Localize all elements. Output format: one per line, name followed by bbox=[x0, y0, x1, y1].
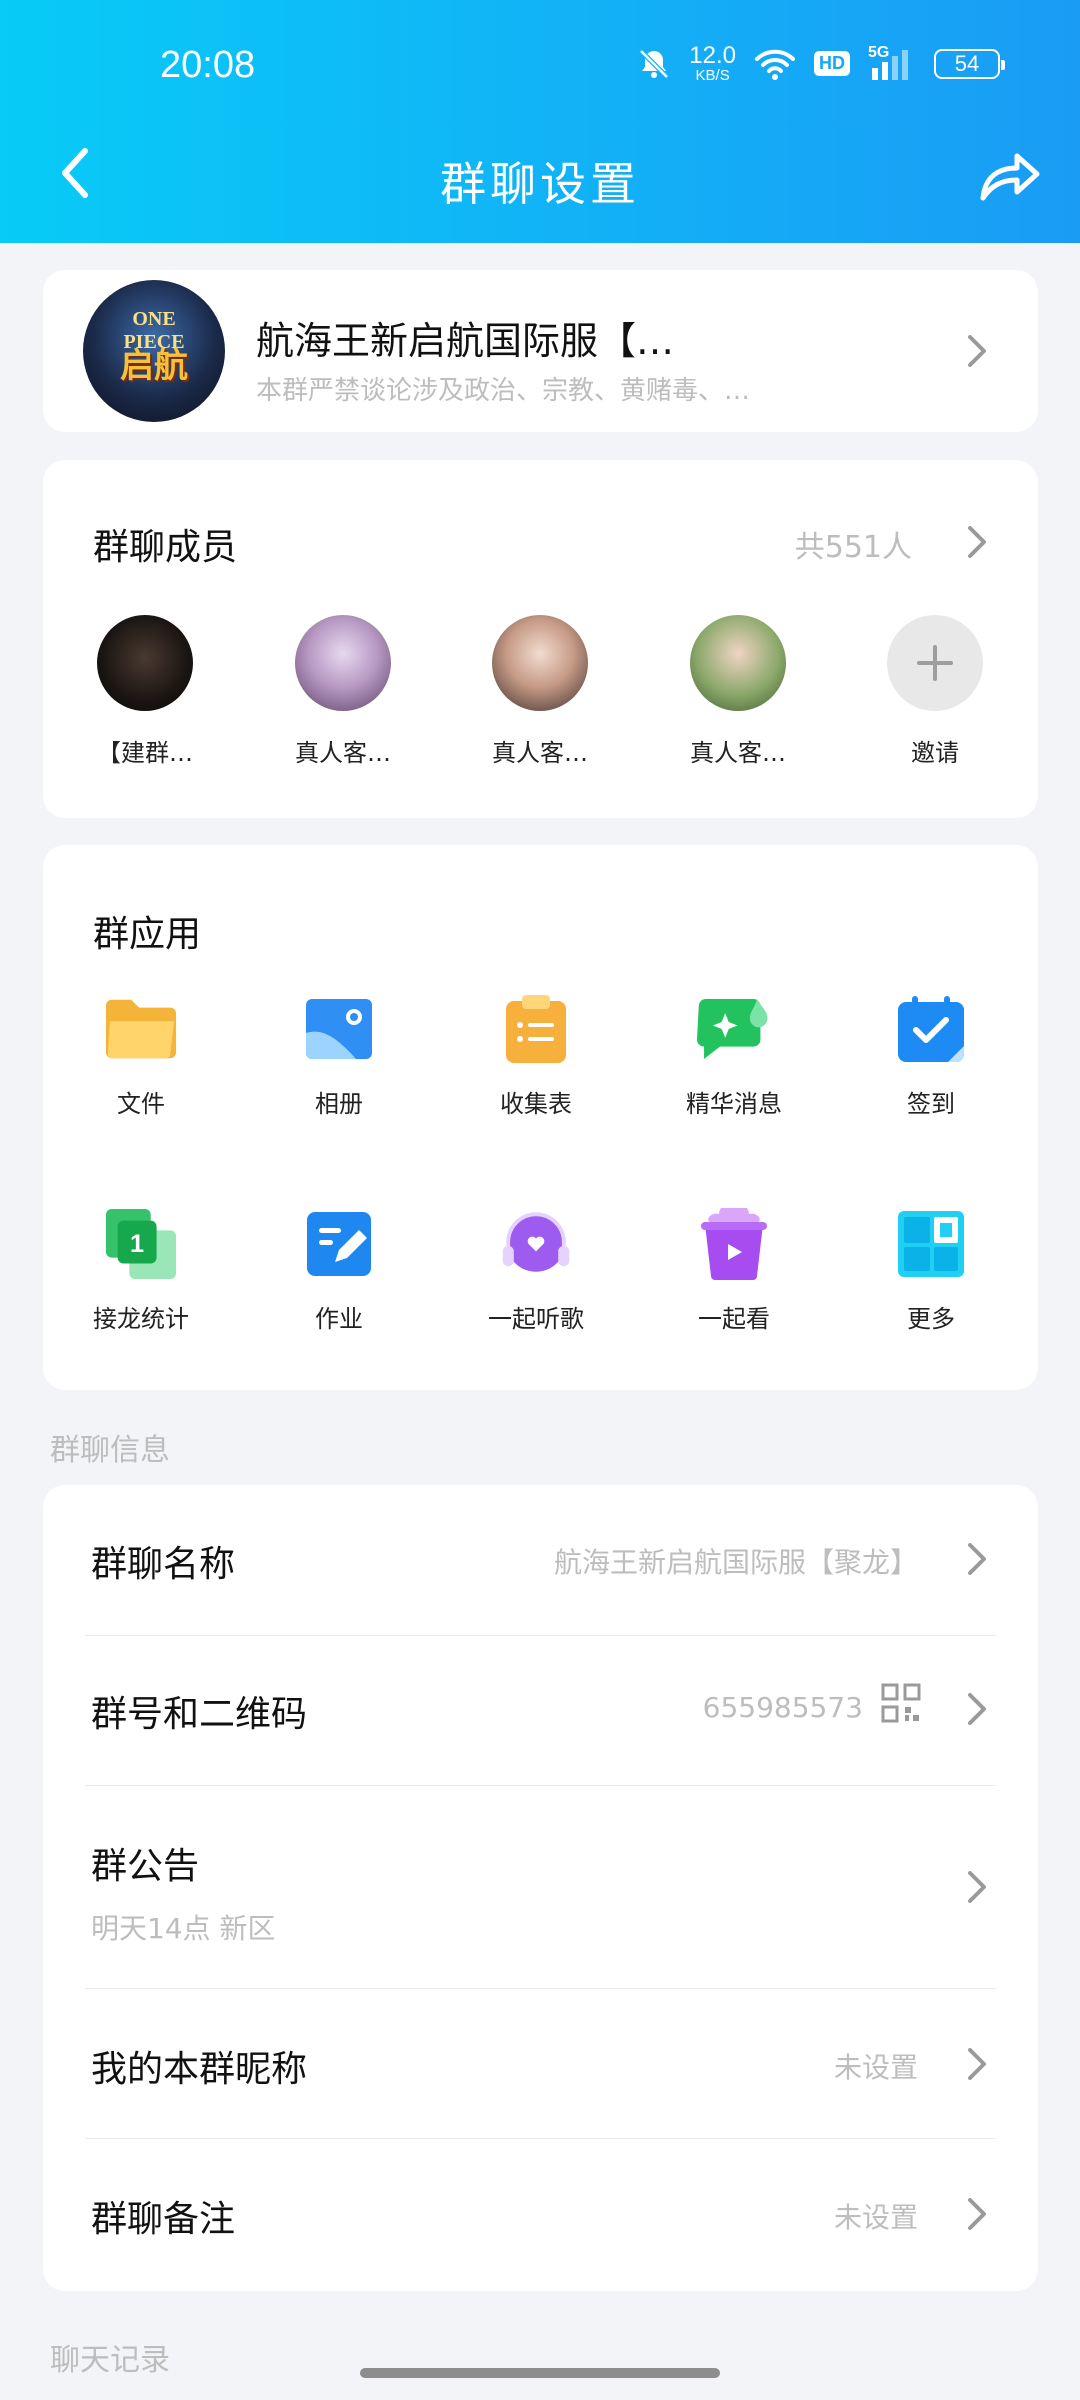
app-label: 作业 bbox=[315, 1305, 363, 1333]
member-avatar bbox=[295, 615, 391, 711]
member-avatar bbox=[97, 615, 193, 711]
calendar-checkin-icon bbox=[894, 992, 968, 1066]
group-avatar: ONE PIECE 启航 bbox=[83, 280, 225, 422]
group-name-value: 航海王新启航国际服【聚龙】 bbox=[553, 1546, 918, 1579]
relay-stats-icon: 1 bbox=[104, 1207, 178, 1281]
avatar-logo-text: 启航 bbox=[120, 348, 188, 385]
chevron-right-icon bbox=[966, 1869, 988, 1905]
member-name: 真人客… bbox=[690, 739, 786, 767]
homework-icon bbox=[302, 1207, 376, 1281]
member-item[interactable]: 真人客… bbox=[283, 615, 403, 768]
app-album[interactable]: 相册 bbox=[254, 992, 424, 1119]
app-label: 精华消息 bbox=[686, 1090, 782, 1118]
group-remark-value: 未设置 bbox=[833, 2201, 918, 2234]
group-apps-card: 群应用 文件 相册 收集表 精华消息 签到 1 接龙统计 作业 一起听歌 一起看… bbox=[43, 845, 1038, 1390]
status-icons: 12.0 KB/S HD 5G 54 bbox=[637, 42, 1005, 84]
group-name: 航海王新启航国际服【… bbox=[256, 319, 675, 363]
net-speed-unit: KB/S bbox=[695, 67, 730, 84]
watch-together-icon bbox=[697, 1207, 771, 1281]
app-label: 更多 bbox=[907, 1305, 955, 1333]
listen-together-icon bbox=[499, 1207, 573, 1281]
essence-message-icon bbox=[697, 992, 771, 1066]
member-name: 真人客… bbox=[295, 739, 391, 767]
my-nickname-label: 我的本群昵称 bbox=[91, 2049, 308, 2090]
clipboard-icon bbox=[499, 992, 573, 1066]
app-homework[interactable]: 作业 bbox=[254, 1207, 424, 1334]
hd-badge: HD bbox=[814, 51, 850, 76]
my-nickname-row[interactable]: 我的本群昵称 未设置 bbox=[43, 1988, 1038, 2138]
app-relay-stats[interactable]: 1 接龙统计 bbox=[56, 1207, 226, 1334]
wifi-icon bbox=[754, 47, 796, 81]
app-essence-messages[interactable]: 精华消息 bbox=[649, 992, 819, 1119]
group-info-heading: 群聊信息 bbox=[50, 1433, 170, 1468]
members-title: 群聊成员 bbox=[93, 527, 238, 568]
group-description: 本群严禁谈论涉及政治、宗教、黄赌毒、… bbox=[256, 376, 751, 406]
app-label: 接龙统计 bbox=[93, 1305, 189, 1333]
home-indicator[interactable] bbox=[360, 2368, 720, 2378]
page-title: 群聊设置 bbox=[440, 157, 640, 211]
member-item[interactable]: 【建群… bbox=[85, 615, 205, 768]
app-watch-together[interactable]: 一起看 bbox=[649, 1207, 819, 1334]
app-listen-together[interactable]: 一起听歌 bbox=[451, 1207, 621, 1334]
app-label: 一起看 bbox=[698, 1305, 770, 1333]
chevron-right-icon bbox=[966, 333, 988, 369]
chevron-right-icon bbox=[966, 1691, 988, 1727]
mute-bell-icon bbox=[637, 47, 671, 81]
member-item[interactable]: 真人客… bbox=[480, 615, 600, 768]
group-members-card: 群聊成员 共551人 【建群… 真人客… 真人客… 真人客… 邀请 bbox=[43, 460, 1038, 818]
app-label: 文件 bbox=[117, 1090, 165, 1118]
qr-code-icon bbox=[881, 1683, 921, 1723]
app-label: 相册 bbox=[315, 1090, 363, 1118]
invite-label: 邀请 bbox=[911, 739, 959, 767]
my-nickname-value: 未设置 bbox=[833, 2051, 918, 2084]
status-time: 20:08 bbox=[160, 44, 256, 86]
svg-text:1: 1 bbox=[130, 1230, 144, 1258]
apps-title: 群应用 bbox=[93, 914, 202, 955]
app-files[interactable]: 文件 bbox=[56, 992, 226, 1119]
group-info-card: 群聊名称 航海王新启航国际服【聚龙】 群号和二维码 655985573 群公告 … bbox=[43, 1485, 1038, 2291]
plus-icon bbox=[887, 615, 983, 711]
group-name-row[interactable]: 群聊名称 航海王新启航国际服【聚龙】 bbox=[43, 1485, 1038, 1635]
group-name-label: 群聊名称 bbox=[91, 1544, 236, 1585]
app-label: 一起听歌 bbox=[488, 1305, 584, 1333]
chat-history-heading: 聊天记录 bbox=[50, 2343, 170, 2378]
net-speed-value: 12.0 bbox=[689, 42, 736, 69]
folder-icon bbox=[104, 992, 178, 1066]
group-profile-card[interactable]: ONE PIECE 启航 航海王新启航国际服【… 本群严禁谈论涉及政治、宗教、黄… bbox=[43, 270, 1038, 432]
chevron-right-icon[interactable] bbox=[966, 524, 988, 560]
invite-member-button[interactable]: 邀请 bbox=[875, 615, 995, 768]
group-notice-value: 明天14点 新区 bbox=[91, 1912, 276, 1945]
app-label: 签到 bbox=[907, 1090, 955, 1118]
net-speed: 12.0 KB/S bbox=[689, 42, 736, 84]
group-remark-row[interactable]: 群聊备注 未设置 bbox=[43, 2138, 1038, 2291]
member-item[interactable]: 真人客… bbox=[678, 615, 798, 768]
app-more[interactable]: 更多 bbox=[846, 1207, 1016, 1334]
app-collection-form[interactable]: 收集表 bbox=[451, 992, 621, 1119]
group-id-qr-row[interactable]: 群号和二维码 655985573 bbox=[43, 1635, 1038, 1785]
members-count[interactable]: 共551人 bbox=[795, 522, 912, 566]
app-check-in[interactable]: 签到 bbox=[846, 992, 1016, 1119]
chevron-right-icon bbox=[966, 1541, 988, 1577]
app-label: 收集表 bbox=[500, 1090, 572, 1118]
battery-indicator: 54 bbox=[934, 48, 1005, 79]
group-remark-label: 群聊备注 bbox=[91, 2199, 236, 2240]
group-notice-row[interactable]: 群公告 明天14点 新区 bbox=[43, 1785, 1038, 1988]
member-avatar bbox=[492, 615, 588, 711]
photo-album-icon bbox=[302, 992, 376, 1066]
group-id-value: 655985573 bbox=[702, 1691, 863, 1724]
more-grid-icon bbox=[894, 1207, 968, 1281]
chevron-right-icon bbox=[966, 2196, 988, 2232]
member-name: 【建群… bbox=[97, 739, 193, 767]
group-id-label: 群号和二维码 bbox=[91, 1694, 308, 1735]
share-icon[interactable] bbox=[974, 146, 1044, 206]
member-avatar bbox=[690, 615, 786, 711]
header-bar: 20:08 12.0 KB/S HD 5G 54 群聊设置 bbox=[0, 0, 1080, 243]
cellular-signal-icon: 5G bbox=[868, 44, 916, 82]
chevron-right-icon bbox=[966, 2046, 988, 2082]
member-name: 真人客… bbox=[492, 739, 588, 767]
group-notice-label: 群公告 bbox=[91, 1846, 200, 1887]
